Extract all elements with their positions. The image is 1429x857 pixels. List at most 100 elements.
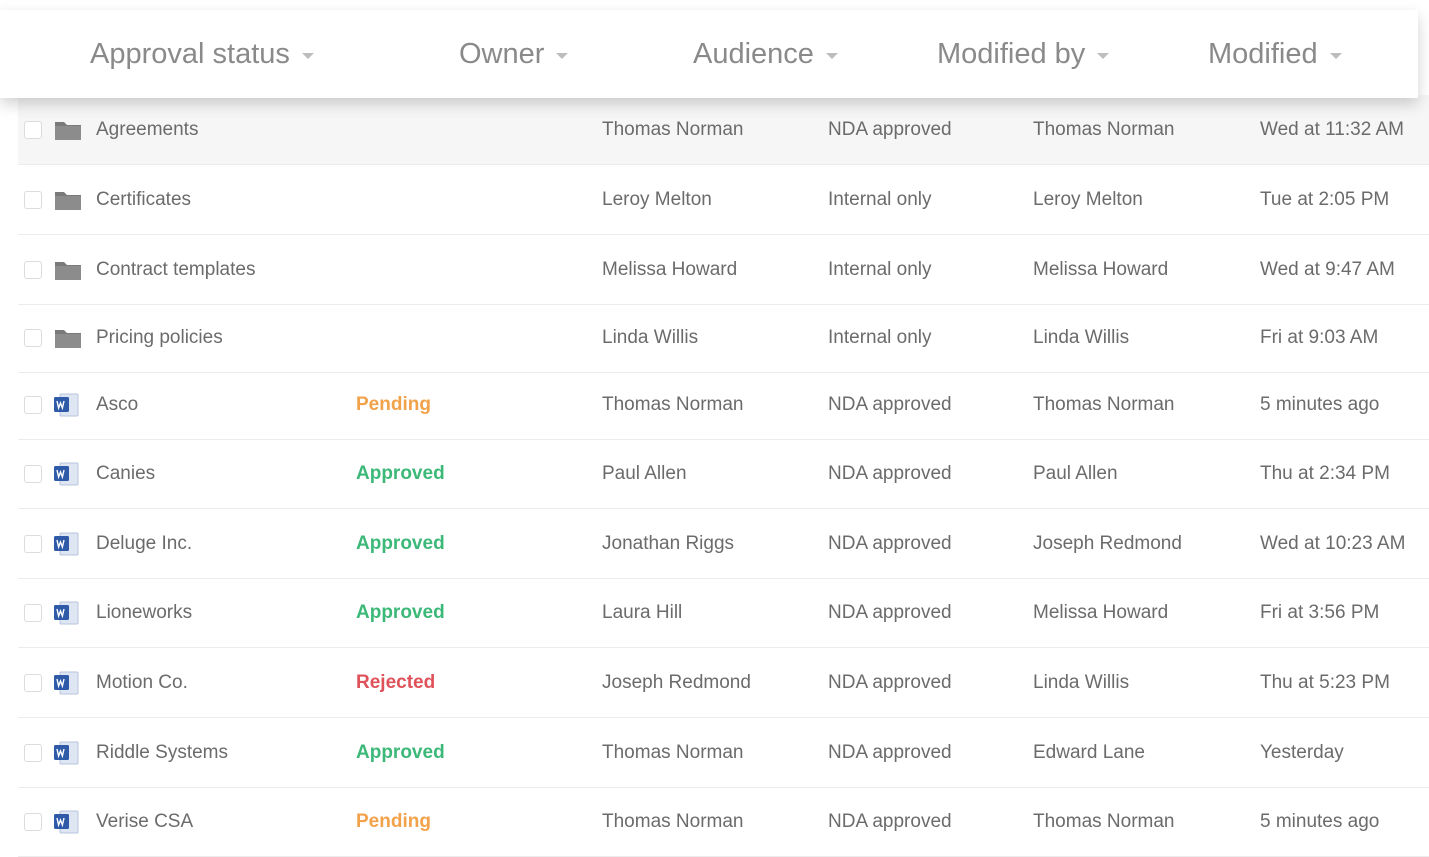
table-row[interactable]: Agreements Thomas Norman NDA approved Thoma… [18,95,1429,165]
column-header-label: Owner [459,37,545,70]
chevron-down-icon [825,53,838,59]
modified-date-cell: Yesterday [1260,741,1344,763]
owner-cell: Joseph Redmond [602,671,751,693]
column-header-label: Modified by [937,37,1086,70]
modified-by-cell: Paul Allen [1033,462,1118,484]
audience-cell: Internal only [828,188,932,210]
chevron-down-icon [556,53,569,59]
row-checkbox[interactable] [24,813,42,831]
column-header-bar: Approval status Owner Audience Modified … [0,10,1418,98]
file-name-link[interactable]: Asco [96,370,138,439]
column-header-label: Approval status [90,37,290,70]
file-name-link[interactable]: Pricing policies [96,303,223,372]
modified-by-cell: Leroy Melton [1033,188,1143,210]
modified-date-cell: Wed at 9:47 AM [1260,258,1395,280]
table-row[interactable]: Pricing policies Linda Willis Internal onl… [18,303,1429,373]
modified-date-cell: 5 minutes ago [1260,810,1380,832]
table-row[interactable]: Deluge Inc. Approved Jonathan Riggs NDA app… [18,509,1429,579]
owner-cell: Linda Willis [602,326,699,348]
column-header-modified-by[interactable]: Modified by [937,10,1110,98]
owner-cell: Thomas Norman [602,118,744,140]
folder-icon [54,189,82,213]
modified-date-cell: Thu at 2:34 PM [1260,462,1390,484]
word-document-icon [54,461,82,486]
file-name-link[interactable]: Contract templates [96,235,255,304]
row-checkbox[interactable] [24,744,42,762]
table-row[interactable]: Lioneworks Approved Laura Hill NDA approved… [18,578,1429,648]
column-header-audience[interactable]: Audience [693,10,838,98]
file-name-link[interactable]: Certificates [96,165,191,234]
audience-cell: NDA approved [828,741,952,763]
file-name-link[interactable]: Verise CSA [96,787,193,856]
audience-cell: NDA approved [828,393,952,415]
table-row[interactable]: Certificates Leroy Melton Internal only Ler… [18,165,1429,235]
modified-by-cell: Linda Willis [1033,671,1130,693]
modified-by-cell: Thomas Norman [1033,393,1175,415]
audience-cell: NDA approved [828,532,952,554]
file-name-link[interactable]: Deluge Inc. [96,509,192,578]
chevron-down-icon [1329,53,1342,59]
row-checkbox[interactable] [24,465,42,483]
audience-cell: NDA approved [828,671,952,693]
modified-date-cell: Wed at 11:32 AM [1260,118,1404,140]
row-checkbox[interactable] [24,674,42,692]
table-row[interactable]: Canies Approved Paul Allen NDA approved Paul… [18,439,1429,509]
approval-status-badge: Pending [356,393,431,415]
owner-cell: Thomas Norman [602,393,744,415]
table-row[interactable]: Asco Pending Thomas Norman NDA approved Thom… [18,370,1429,440]
column-header-label: Modified [1208,37,1318,70]
approval-status-badge: Approved [356,532,445,554]
modified-date-cell: Wed at 10:23 AM [1260,532,1406,554]
owner-cell: Paul Allen [602,462,687,484]
modified-date-cell: Tue at 2:05 PM [1260,188,1390,210]
modified-date-cell: Fri at 3:56 PM [1260,601,1380,623]
table-row[interactable]: Motion Co. Rejected Joseph Redmond NDA appr… [18,648,1429,718]
row-checkbox[interactable] [24,329,42,347]
row-checkbox[interactable] [24,121,42,139]
word-document-icon [54,392,82,417]
word-document-icon [54,670,82,695]
column-header-modified[interactable]: Modified [1208,10,1342,98]
row-checkbox[interactable] [24,261,42,279]
table-row[interactable]: Riddle Systems Approved Thomas Norman NDA a… [18,718,1429,788]
word-document-icon [54,809,82,834]
file-name-link[interactable]: Riddle Systems [96,718,228,787]
owner-cell: Thomas Norman [602,810,744,832]
chevron-down-icon [1097,53,1110,59]
approval-status-badge: Approved [356,462,445,484]
modified-date-cell: 5 minutes ago [1260,393,1380,415]
row-checkbox[interactable] [24,535,42,553]
approval-status-badge: Approved [356,741,445,763]
column-header-owner[interactable]: Owner [459,10,569,98]
folder-icon [54,259,82,283]
word-document-icon [54,740,82,765]
file-name-link[interactable]: Canies [96,439,155,508]
column-header-label: Audience [693,37,814,70]
audience-cell: NDA approved [828,810,952,832]
chevron-down-icon [301,53,314,59]
modified-by-cell: Linda Willis [1033,326,1130,348]
folder-icon [54,327,82,351]
word-document-icon [54,600,82,625]
row-checkbox[interactable] [24,396,42,414]
file-name-link[interactable]: Lioneworks [96,578,192,647]
row-checkbox[interactable] [24,604,42,622]
folder-icon [54,119,82,143]
table-row[interactable]: Contract templates Melissa Howard Internal… [18,235,1429,305]
modified-by-cell: Melissa Howard [1033,258,1169,280]
approval-status-badge: Rejected [356,671,436,693]
audience-cell: Internal only [828,258,932,280]
table-row[interactable]: Verise CSA Pending Thomas Norman NDA approv… [18,787,1429,857]
modified-by-cell: Thomas Norman [1033,118,1175,140]
row-checkbox[interactable] [24,191,42,209]
column-header-approval-status[interactable]: Approval status [90,10,314,98]
owner-cell: Leroy Melton [602,188,712,210]
owner-cell: Jonathan Riggs [602,532,735,554]
modified-by-cell: Melissa Howard [1033,601,1169,623]
file-name-link[interactable]: Motion Co. [96,648,188,717]
file-name-link[interactable]: Agreements [96,95,198,164]
audience-cell: Internal only [828,326,932,348]
audience-cell: NDA approved [828,118,952,140]
modified-date-cell: Thu at 5:23 PM [1260,671,1390,693]
owner-cell: Melissa Howard [602,258,738,280]
